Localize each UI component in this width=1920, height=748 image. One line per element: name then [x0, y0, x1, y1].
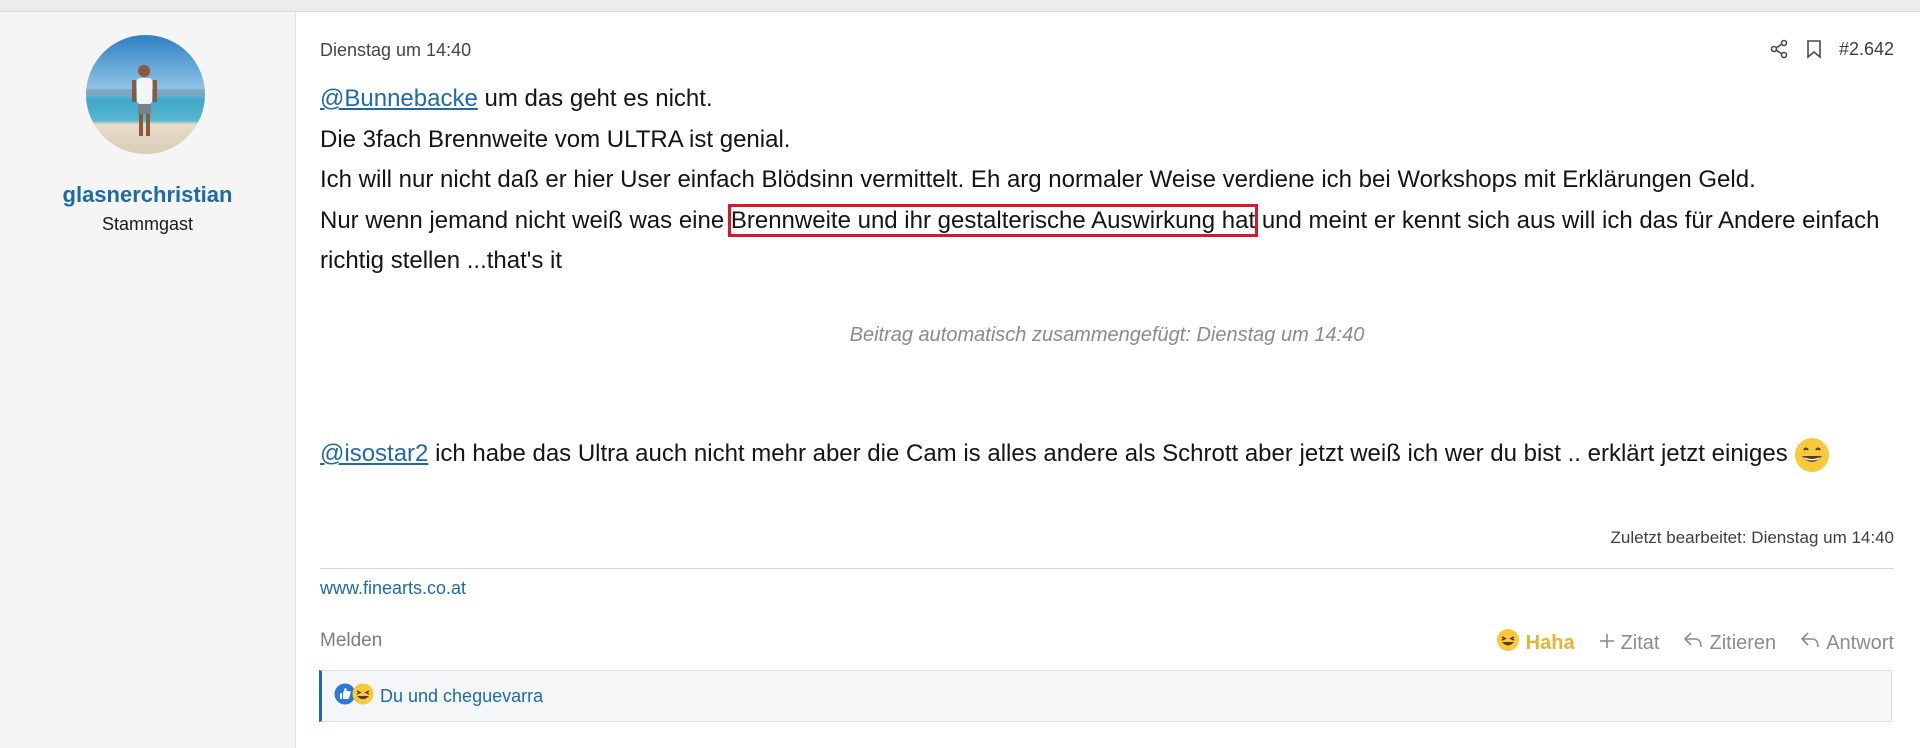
post-date[interactable]: Dienstag um 14:40: [320, 40, 471, 61]
quote-label: Zitieren: [1709, 631, 1777, 654]
post-body-2: @isostar2 ich habe das Ultra auch nicht …: [320, 434, 1900, 475]
haha-label: Haha: [1525, 631, 1575, 654]
post-text: Nur wenn jemand nicht weiß was eine: [320, 206, 731, 234]
post-footer-actions: Haha Zitat Zitieren Antwort: [1496, 628, 1894, 658]
reply-arrow-icon: [1800, 631, 1820, 655]
user-title: Stammgast: [101, 214, 194, 234]
username[interactable]: glasnerchristian: [0, 182, 295, 208]
post-text: ich habe das Ultra auch nicht mehr aber …: [428, 440, 1795, 467]
reaction-icons: [334, 683, 374, 710]
avatar[interactable]: [86, 35, 205, 154]
report-button[interactable]: Melden: [320, 630, 382, 652]
share-icon[interactable]: [1769, 39, 1789, 59]
quote-plus-label: Zitat: [1620, 631, 1660, 654]
reply-button[interactable]: Antwort: [1800, 631, 1894, 655]
post-line-3: Ich will nur nicht daß er hier User einf…: [320, 166, 1756, 193]
edited-note: Zuletzt bearbeitet: Dienstag um 14:40: [1610, 528, 1895, 547]
laugh-icon: [352, 683, 374, 710]
grin-emoji-icon: [1794, 437, 1830, 473]
post-text: um das geht es nicht.: [477, 85, 713, 112]
quote-button[interactable]: Zitieren: [1683, 631, 1776, 655]
post-line-4: Nur wenn jemand nicht weiß was eine Bren…: [320, 201, 1900, 282]
user-column: glasnerchristian Stammgast: [0, 12, 296, 748]
post-line-2: Die 3fach Brennweite vom ULTRA ist genia…: [320, 125, 791, 153]
reply-arrow-icon: [1683, 631, 1703, 655]
post-actions: #2.642: [1769, 36, 1894, 62]
signature-divider: [320, 568, 1894, 569]
mention-link[interactable]: @Bunnebacke: [320, 85, 478, 112]
mention-link[interactable]: @isostar2: [320, 440, 428, 467]
merge-note: Beitrag automatisch zusammengefügt: Dien…: [849, 324, 1365, 346]
highlighted-text: Brennweite und ihr gestalterische Auswir…: [727, 203, 1259, 237]
plus-icon: [1599, 632, 1615, 655]
reactions-bar[interactable]: Du und cheguevarra: [319, 670, 1892, 722]
quote-plus-button[interactable]: Zitat: [1599, 631, 1660, 655]
laugh-icon: [1496, 628, 1520, 658]
signature-link[interactable]: www.finearts.co.at: [320, 578, 466, 599]
post-number[interactable]: #2.642: [1839, 39, 1894, 60]
haha-reaction-button[interactable]: Haha: [1496, 628, 1575, 658]
post-body: @Bunnebacke um das geht es nicht. Die 3f…: [320, 79, 1900, 282]
bookmark-icon[interactable]: [1805, 39, 1823, 59]
reply-label: Antwort: [1826, 631, 1894, 654]
top-strip: [0, 0, 1920, 12]
reactions-label[interactable]: Du und cheguevarra: [380, 686, 543, 707]
post-line-1: @Bunnebacke um das geht es nicht.: [320, 79, 1900, 120]
